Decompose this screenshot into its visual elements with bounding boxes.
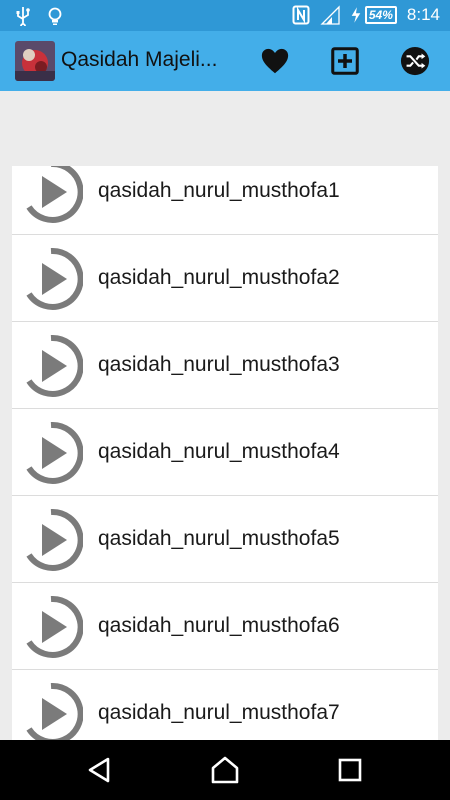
- play-icon[interactable]: [19, 247, 83, 311]
- track-list[interactable]: qasidah_nurul_musthofa1 qasidah_nurul_mu…: [12, 166, 438, 740]
- status-bar: 54% 8:14: [0, 0, 450, 31]
- add-button[interactable]: [327, 43, 363, 79]
- home-icon[interactable]: [209, 754, 241, 786]
- play-icon[interactable]: [19, 421, 83, 485]
- favorite-button[interactable]: [257, 43, 293, 79]
- track-row[interactable]: qasidah_nurul_musthofa7: [12, 670, 438, 740]
- shuffle-button[interactable]: [397, 43, 433, 79]
- track-row[interactable]: qasidah_nurul_musthofa2: [12, 235, 438, 322]
- track-title: qasidah_nurul_musthofa6: [98, 614, 340, 637]
- play-icon[interactable]: [19, 595, 83, 659]
- track-row[interactable]: qasidah_nurul_musthofa3: [12, 322, 438, 409]
- app-title: Qasidah Majeli...: [61, 48, 218, 71]
- charging-icon: [351, 7, 361, 23]
- back-icon[interactable]: [84, 754, 116, 786]
- nfc-icon: [292, 5, 310, 25]
- track-row[interactable]: qasidah_nurul_musthofa1: [12, 166, 438, 235]
- battery-icon: 54%: [364, 6, 397, 24]
- track-row[interactable]: qasidah_nurul_musthofa6: [12, 583, 438, 670]
- track-row[interactable]: qasidah_nurul_musthofa5: [12, 496, 438, 583]
- play-icon[interactable]: [19, 334, 83, 398]
- app-logo: [15, 41, 55, 81]
- track-title: qasidah_nurul_musthofa7: [98, 701, 340, 724]
- play-icon[interactable]: [19, 682, 83, 740]
- clock: 8:14: [406, 5, 440, 24]
- app-bar: Qasidah Majeli...: [0, 31, 450, 91]
- signal-icon: [320, 5, 340, 25]
- track-title: qasidah_nurul_musthofa5: [98, 527, 340, 550]
- recents-icon[interactable]: [334, 754, 366, 786]
- track-title: qasidah_nurul_musthofa2: [98, 266, 340, 289]
- heart-icon: [261, 48, 289, 74]
- track-row[interactable]: qasidah_nurul_musthofa4: [12, 409, 438, 496]
- usb-icon: [16, 7, 30, 26]
- add-box-icon: [331, 47, 359, 75]
- play-icon[interactable]: [19, 166, 83, 224]
- track-title: qasidah_nurul_musthofa3: [98, 353, 340, 376]
- shuffle-icon: [400, 46, 430, 76]
- track-title: qasidah_nurul_musthofa4: [98, 440, 340, 463]
- play-icon[interactable]: [19, 508, 83, 572]
- lightbulb-icon: [48, 7, 62, 25]
- navigation-bar: [0, 740, 450, 800]
- track-title: qasidah_nurul_musthofa1: [98, 179, 340, 202]
